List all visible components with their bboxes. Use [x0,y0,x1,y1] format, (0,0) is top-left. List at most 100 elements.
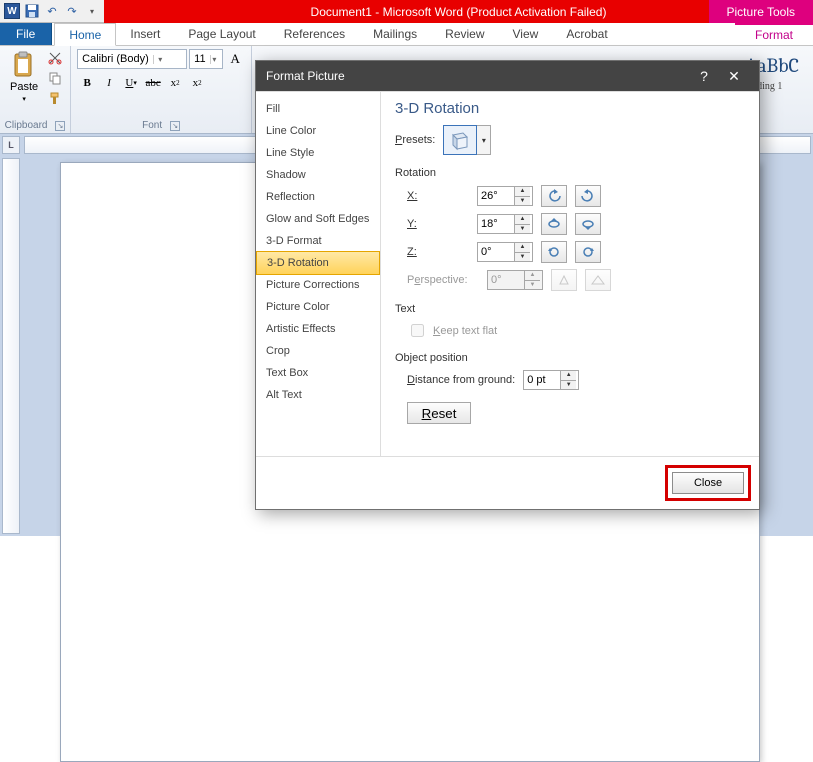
quick-access-toolbar: W ↶ ↷ ▾ [0,0,104,23]
nav-alt-text-label: Alt Text [266,389,302,401]
y-input[interactable] [478,218,514,230]
nav-artistic-effects[interactable]: Artistic Effects [256,318,380,340]
nav-text-box[interactable]: Text Box [256,362,380,384]
superscript-button[interactable]: x2 [187,73,207,93]
dialog-launcher-icon[interactable]: ↘ [170,121,180,131]
dialog-titlebar[interactable]: Format Picture ? ✕ [256,61,759,91]
nav-glow[interactable]: Glow and Soft Edges [256,208,380,230]
group-clipboard-label: Clipboard [5,120,48,131]
tab-file-label: File [16,27,35,41]
bold-button[interactable]: B [77,73,97,93]
down-arrow-icon: ▼ [525,281,540,290]
redo-icon[interactable]: ↷ [64,3,80,19]
rotate-x-right-button[interactable] [575,185,601,207]
tab-review[interactable]: Review [431,23,498,45]
chevron-down-icon[interactable]: ▾ [153,55,167,64]
z-spinner[interactable]: ▲▼ [477,242,533,262]
tab-acrobat[interactable]: Acrobat [552,23,621,45]
subscript-button[interactable]: x2 [165,73,185,93]
down-arrow-icon[interactable]: ▼ [515,253,530,262]
nav-line-color[interactable]: Line Color [256,120,380,142]
nav-crop[interactable]: Crop [256,340,380,362]
text-section-label: Text [395,303,745,315]
strikethrough-button[interactable]: abc [143,73,163,93]
rotate-z-cw-button[interactable] [575,241,601,263]
tab-view[interactable]: View [499,23,553,45]
nav-shadow[interactable]: Shadow [256,164,380,186]
preset-button[interactable] [443,125,477,155]
nav-fill[interactable]: Fill [256,98,380,120]
nav-line-style[interactable]: Line Style [256,142,380,164]
nav-reflection[interactable]: Reflection [256,186,380,208]
paste-button[interactable]: Paste ▾ [6,49,42,105]
cut-button[interactable] [46,49,64,67]
dialog-footer: Close [256,456,759,509]
nav-fill-label: Fill [266,103,280,115]
dialog-heading: 3-D Rotation [395,100,745,117]
app-icon[interactable]: W [4,3,20,19]
format-painter-button[interactable] [46,89,64,107]
help-button[interactable]: ? [689,61,719,91]
close-icon[interactable]: ✕ [719,61,749,91]
rotate-z-ccw-button[interactable] [541,241,567,263]
vertical-ruler[interactable] [2,158,20,534]
down-arrow-icon[interactable]: ▼ [515,197,530,206]
distance-input[interactable] [524,374,560,386]
up-arrow-icon[interactable]: ▲ [515,187,530,197]
title-bar: W ↶ ↷ ▾ Document1 - Microsoft Word (Prod… [0,0,813,23]
window-title: Document1 - Microsoft Word (Product Acti… [104,0,813,23]
perspective-narrow-button [551,269,577,291]
x-input[interactable] [478,190,514,202]
nav-line-color-label: Line Color [266,125,316,137]
group-clipboard: Paste ▾ Clipboard ↘ [0,46,71,133]
nav-3d-rotation[interactable]: 3-D Rotation [256,251,380,275]
tab-file[interactable]: File [0,23,52,45]
tab-references[interactable]: References [270,23,359,45]
copy-button[interactable] [46,69,64,87]
up-arrow-icon[interactable]: ▲ [561,371,576,381]
distance-spinner[interactable]: ▲▼ [523,370,579,390]
rotate-x-left-button[interactable] [541,185,567,207]
dialog-launcher-icon[interactable]: ↘ [55,121,65,131]
tab-format[interactable]: Format [735,23,813,45]
qat-more-icon[interactable]: ▾ [84,3,100,19]
down-arrow-icon[interactable]: ▼ [515,225,530,234]
nav-picture-color[interactable]: Picture Color [256,296,380,318]
up-arrow-icon[interactable]: ▲ [515,215,530,225]
font-size-combo[interactable]: 11▾ [189,49,223,69]
nav-alt-text[interactable]: Alt Text [256,384,380,406]
grow-font-button[interactable]: A [225,49,245,69]
perspective-spinner: ▲▼ [487,270,543,290]
perspective-label: Perspective: [407,274,479,286]
nav-reflection-label: Reflection [266,191,315,203]
ruler-corner[interactable]: L [2,136,20,154]
save-icon[interactable] [24,3,40,19]
tab-insert[interactable]: Insert [116,23,174,45]
tab-home[interactable]: Home [54,23,116,46]
reset-button[interactable]: Reset [407,402,471,424]
dialog-main: 3-D Rotation Presets: ▾ Rotation X: ▲▼ [381,92,759,456]
rotate-y-up-button[interactable] [541,213,567,235]
up-arrow-icon[interactable]: ▲ [515,243,530,253]
underline-button[interactable]: U▾ [121,73,141,93]
tab-mailings[interactable]: Mailings [359,23,431,45]
y-spinner[interactable]: ▲▼ [477,214,533,234]
nav-shadow-label: Shadow [266,169,306,181]
rotate-y-down-button[interactable] [575,213,601,235]
chevron-down-icon[interactable]: ▾ [210,55,219,64]
font-name-combo[interactable]: Calibri (Body)▾ [77,49,187,69]
tab-page-layout[interactable]: Page Layout [174,23,269,45]
down-arrow-icon[interactable]: ▼ [561,381,576,390]
italic-button[interactable]: I [99,73,119,93]
nav-crop-label: Crop [266,345,290,357]
nav-3d-format[interactable]: 3-D Format [256,230,380,252]
nav-picture-corrections[interactable]: Picture Corrections [256,274,380,296]
x-spinner[interactable]: ▲▼ [477,186,533,206]
close-button[interactable]: Close [672,472,744,494]
undo-icon[interactable]: ↶ [44,3,60,19]
close-button-label: Close [694,477,722,489]
tab-acrobat-label: Acrobat [566,27,607,41]
z-input[interactable] [478,246,514,258]
preset-dropdown[interactable]: ▾ [477,125,491,155]
x-label: X: [407,190,469,202]
